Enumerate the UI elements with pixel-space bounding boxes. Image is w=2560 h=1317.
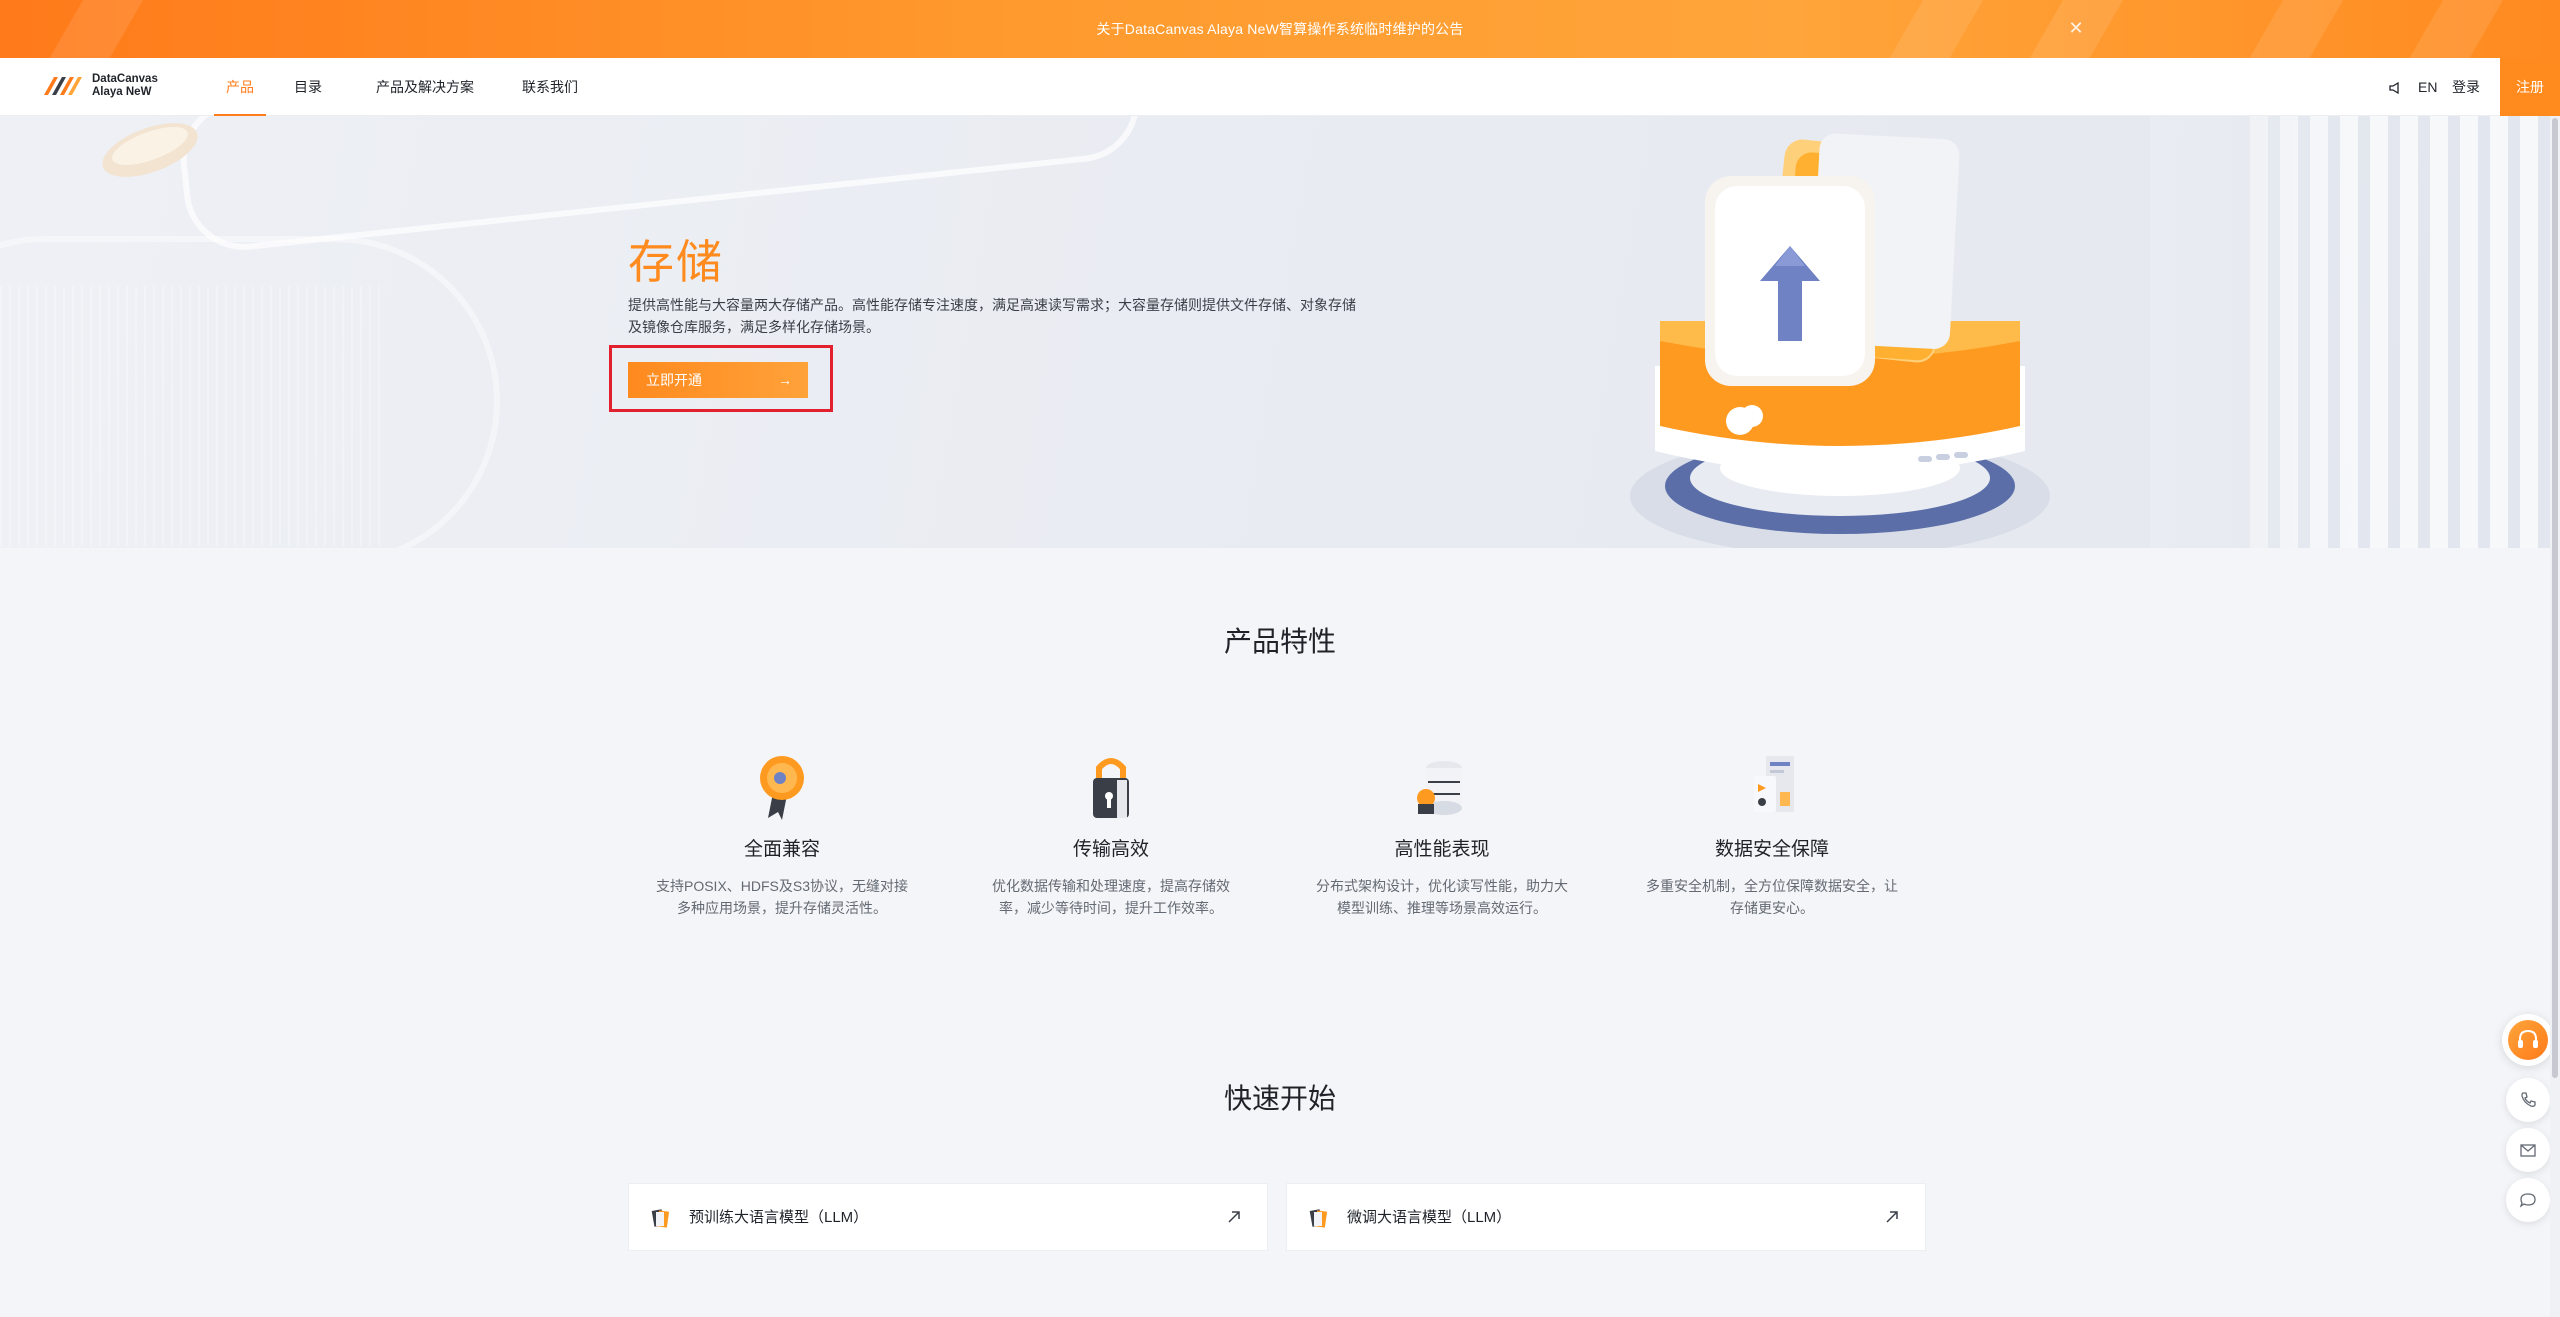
nav-item-solutions[interactable]: 产品及解决方案 xyxy=(376,58,474,116)
features-title: 产品特性 xyxy=(1223,626,1336,657)
feature-name: 全面兼容 xyxy=(743,839,820,860)
logo-mark-icon xyxy=(42,73,86,99)
register-button[interactable]: 注册 xyxy=(2500,58,2560,116)
feature-description: 多重安全机制，全方位保障数据安全，让存储更安心。 xyxy=(1646,878,1898,916)
headset-icon xyxy=(2508,1020,2548,1060)
logo-line-1: DataCanvas xyxy=(92,73,158,85)
medal-icon xyxy=(742,748,822,824)
hero-description: 提供高性能与大容量两大存储产品。高性能存储专注速度，满足高速读写需求；大容量存储… xyxy=(628,297,1356,335)
feature-name: 高性能表现 xyxy=(1394,839,1490,860)
quickstart-title: 快速开始 xyxy=(1223,1083,1336,1114)
phone-icon xyxy=(2521,1092,2536,1107)
logo-text: DataCanvas Alaya NeW xyxy=(92,73,158,99)
feature-data-security: 数据安全保障 多重安全机制，全方位保障数据安全，让存储更安心。 xyxy=(1636,748,1908,919)
hero-decor-curve xyxy=(0,236,500,548)
quickstart-card-pretrain-llm[interactable]: 预训练大语言模型（LLM） xyxy=(628,1183,1268,1251)
top-nav: DataCanvas Alaya NeW 产品 目录 产品及解决方案 联系我们 … xyxy=(0,58,2560,116)
card-label: 预训练大语言模型（LLM） xyxy=(689,1209,869,1226)
server-icon xyxy=(1402,748,1482,824)
storage-illustration xyxy=(1630,133,2050,548)
arrow-up-right-icon xyxy=(1883,1208,1901,1226)
feature-name: 数据安全保障 xyxy=(1714,839,1829,860)
feature-high-performance: 高性能表现 分布式架构设计，优化读写性能，助力大模型训练、推理等场景高效运行。 xyxy=(1306,748,1578,919)
hero-title: 存储 xyxy=(628,236,724,288)
book-icon xyxy=(1307,1206,1331,1230)
logo[interactable]: DataCanvas Alaya NeW xyxy=(42,73,158,99)
card-label: 微调大语言模型（LLM） xyxy=(1347,1209,1512,1226)
scrollbar-thumb[interactable] xyxy=(2552,118,2558,1078)
lock-icon xyxy=(1071,748,1151,824)
feature-description: 分布式架构设计，优化读写性能，助力大模型训练、推理等场景高效运行。 xyxy=(1316,878,1568,916)
feature-description: 支持POSIX、HDFS及S3协议，无缝对接多种应用场景，提升存储灵活性。 xyxy=(655,878,909,916)
mail-icon xyxy=(2520,1144,2536,1157)
nav-item-catalog[interactable]: 目录 xyxy=(294,58,322,116)
language-switch[interactable]: EN xyxy=(2418,58,2437,116)
hero-banner: 存储 提供高性能与大容量两大存储产品。高性能存储专注速度，满足高速读写需求；大容… xyxy=(0,116,2560,548)
hero-decor-lens xyxy=(102,123,198,177)
email-button[interactable] xyxy=(2506,1128,2550,1172)
close-icon[interactable]: ✕ xyxy=(2066,18,2086,38)
chat-icon xyxy=(2519,1193,2536,1208)
announcement-bar: 关于DataCanvas Alaya NeW智算操作系统临时维护的公告 ✕ xyxy=(0,0,2560,58)
nav-item-products[interactable]: 产品 xyxy=(214,58,266,116)
logo-line-2: Alaya NeW xyxy=(92,86,152,98)
arrow-up-right-icon xyxy=(1225,1208,1243,1226)
book-icon xyxy=(649,1206,673,1230)
feature-name: 传输高效 xyxy=(1072,839,1149,860)
login-link[interactable]: 登录 xyxy=(2452,58,2480,116)
page-scrollbar[interactable] xyxy=(2550,116,2560,1317)
hero-decor-fade xyxy=(2150,116,2350,548)
quickstart-card-finetune-llm[interactable]: 微调大语言模型（LLM） xyxy=(1286,1183,1926,1251)
feature-description: 优化数据传输和处理速度，提高存储效率，减少等待时间，提升工作效率。 xyxy=(992,878,1230,916)
feature-compatible: 全面兼容 支持POSIX、HDFS及S3协议，无缝对接多种应用场景，提升存储灵活… xyxy=(646,748,918,919)
announcement-icon[interactable] xyxy=(2388,58,2402,116)
document-shield-icon xyxy=(1732,748,1812,824)
chat-button[interactable] xyxy=(2506,1178,2550,1222)
feature-efficient-transfer: 传输高效 优化数据传输和处理速度，提高存储效率，减少等待时间，提升工作效率。 xyxy=(975,748,1247,919)
highlight-box xyxy=(609,345,833,412)
nav-item-contact[interactable]: 联系我们 xyxy=(522,58,578,116)
announcement-link[interactable]: 关于DataCanvas Alaya NeW智算操作系统临时维护的公告 xyxy=(0,19,2560,39)
customer-service-button[interactable] xyxy=(2502,1014,2554,1066)
phone-button[interactable] xyxy=(2506,1078,2550,1122)
